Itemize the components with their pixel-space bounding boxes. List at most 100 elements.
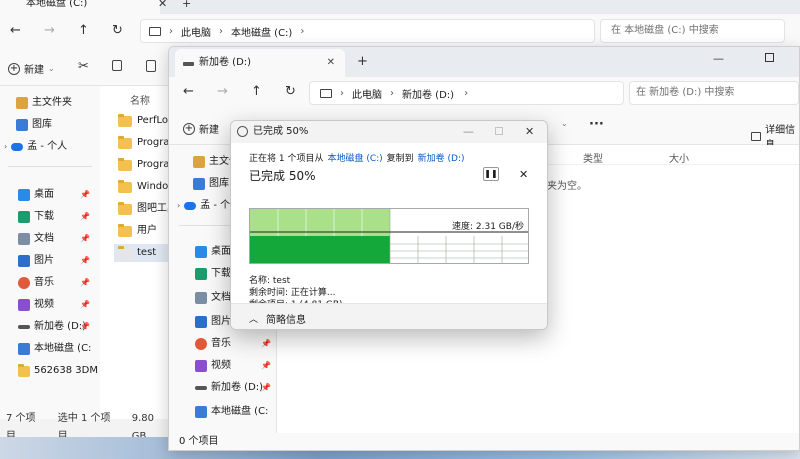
breadcrumb-c-drive[interactable]: 本地磁盘 (C:) (231, 24, 292, 39)
nav-item-videos[interactable]: 视频 📌 (195, 357, 271, 375)
file-row[interactable]: PerfLog (118, 112, 174, 130)
forward-icon[interactable]: → (44, 23, 55, 38)
nav-item-gallery[interactable]: 图库 (193, 175, 229, 193)
pin-icon: 📌 (80, 300, 90, 309)
search-placeholder: 在 新加卷 (D:) 中搜索 (636, 87, 735, 98)
drive-icon (18, 325, 30, 329)
source-link[interactable]: 本地磁盘 (C:) (327, 151, 382, 164)
pin-icon: 📌 (80, 234, 90, 243)
nav-item-c-drive[interactable]: 本地磁盘 (C: (18, 340, 98, 358)
nav-item-pictures[interactable]: 图片 📌 (18, 252, 98, 270)
nav-label: 孟 - 个人 (27, 141, 68, 152)
back-icon[interactable]: ← (183, 84, 194, 99)
gallery-icon (193, 178, 205, 190)
address-row: ← → ↑ ↻ › 此电脑 › 新加卷 (D:) › 在 新加卷 (D:) 中搜… (169, 77, 799, 111)
folder-icon (118, 179, 132, 193)
chevron-right-icon: › (177, 201, 181, 210)
copy-icon[interactable] (112, 60, 122, 71)
pin-icon: 📌 (80, 256, 90, 265)
up-icon[interactable]: ↑ (251, 84, 262, 99)
nav-label: 图片 (34, 255, 54, 266)
speed-label: 速度: 2.31 GB/秒 (452, 222, 524, 232)
address-bar[interactable]: › 此电脑 › 新加卷 (D:) › (309, 81, 624, 105)
close-tab-icon[interactable]: ✕ (327, 49, 335, 77)
tab-d-drive[interactable]: 新加卷 (D:) ✕ (175, 49, 345, 77)
close-tab-icon[interactable]: ✕ (158, 0, 167, 10)
nav-item-folder-562638[interactable]: 562638 3DM (18, 362, 98, 380)
search-input[interactable]: 在 本地磁盘 (C:) 中搜索 (600, 19, 785, 43)
computer-icon (320, 88, 332, 98)
details-pane-icon (751, 131, 762, 141)
new-tab-icon[interactable]: + (357, 54, 368, 69)
address-bar[interactable]: › 此电脑 › 本地磁盘 (C:) › (140, 19, 595, 43)
new-button[interactable]: + 新建 ⌄ (8, 61, 55, 76)
nav-item-home[interactable]: 主文件夹 (16, 94, 72, 112)
nav-label: 新加卷 (D:) (211, 382, 264, 393)
dialog-title: 已完成 50% (253, 126, 309, 137)
breadcrumb-this-pc[interactable]: 此电脑 (352, 86, 382, 101)
refresh-icon[interactable]: ↻ (285, 84, 296, 99)
status-bar: 7 个项目 选中 1 个项目 9.80 GB (0, 413, 170, 442)
refresh-icon[interactable]: ↻ (112, 23, 123, 38)
nav-item-documents[interactable]: 文档 📌 (18, 230, 98, 248)
chevron-right-icon: › (169, 25, 173, 37)
dialog-body: 正在将 1 个项目从 本地磁盘 (C:) 复制到 新加卷 (D:) 已完成 50… (231, 143, 547, 310)
nav-label: 视频 (34, 299, 54, 310)
folder-icon (118, 157, 132, 171)
back-icon[interactable]: ← (10, 23, 21, 38)
nav-item-onedrive[interactable]: › 孟 - 个人 (4, 138, 67, 156)
tab-title: 本地磁盘 (C:) (26, 0, 88, 9)
dialog-title-bar: 已完成 50% — ✕ (231, 121, 547, 143)
nav-label: 图片 (211, 316, 231, 327)
chevron-down-icon[interactable]: ⌄ (561, 119, 568, 128)
folder-icon (118, 201, 132, 215)
music-icon (18, 277, 30, 289)
navigation-pane: 主文件夹 图库 › 孟 - 个人 桌面 📌 下载 📌 文档 📌 图片 📌 音乐 📌 视频 📌 … (0, 86, 100, 419)
minimize-icon[interactable]: — (463, 121, 474, 143)
folder-icon (18, 363, 30, 377)
close-icon[interactable]: ✕ (525, 121, 534, 143)
title-bar: 新加卷 (D:) ✕ + — (169, 47, 799, 77)
pause-button[interactable]: ❚❚ (483, 167, 499, 181)
chevron-right-icon: › (300, 25, 305, 37)
minimize-icon[interactable]: — (713, 52, 724, 65)
nav-item-music[interactable]: 音乐 📌 (195, 335, 271, 353)
new-label: 新建 (24, 65, 44, 76)
column-header-name[interactable]: 名称 (130, 92, 150, 107)
nav-item-d-drive[interactable]: 新加卷 (D:) 📌 (195, 379, 271, 397)
nav-item-c-drive[interactable]: 本地磁盘 (C: (195, 403, 271, 421)
tab-c-drive[interactable]: 本地磁盘 (C:) (0, 0, 160, 14)
cancel-button[interactable]: ✕ (519, 168, 528, 181)
new-tab-icon[interactable]: + (182, 0, 191, 10)
less-info-button[interactable]: ︿ 简略信息 (249, 311, 306, 326)
nav-item-downloads[interactable]: 下载 📌 (18, 208, 98, 226)
nav-item-music[interactable]: 音乐 📌 (18, 274, 98, 292)
paste-icon[interactable] (146, 60, 156, 72)
search-input[interactable]: 在 新加卷 (D:) 中搜索 (629, 81, 799, 105)
transfer-graph: 速度: 2.31 GB/秒 (249, 208, 529, 264)
breadcrumb-d-drive[interactable]: 新加卷 (D:) (402, 86, 454, 101)
up-icon[interactable]: ↑ (78, 23, 89, 38)
column-header-size[interactable]: 大小 (669, 150, 689, 165)
cut-icon[interactable]: ✂ (78, 59, 89, 74)
breadcrumb-this-pc[interactable]: 此电脑 (181, 24, 211, 39)
less-info-label: 简略信息 (266, 315, 307, 326)
add-icon: + (8, 62, 20, 75)
column-header-type[interactable]: 类型 (583, 150, 603, 165)
new-button[interactable]: + 新建 (183, 121, 219, 136)
nav-item-onedrive[interactable]: › 孟 - 个 (177, 197, 230, 215)
folder-icon (118, 223, 132, 237)
destination-link[interactable]: 新加卷 (D:) (418, 151, 465, 164)
file-row[interactable]: 用户 (118, 222, 157, 240)
add-icon: + (183, 122, 195, 135)
nav-label: 图库 (209, 178, 229, 189)
copy-description: 正在将 1 个项目从 本地磁盘 (C:) 复制到 新加卷 (D:) (249, 151, 465, 164)
more-options-icon[interactable]: ··· (589, 117, 604, 132)
maximize-icon[interactable] (765, 53, 774, 62)
nav-item-videos[interactable]: 视频 📌 (18, 296, 98, 314)
nav-item-desktop[interactable]: 桌面 📌 (18, 186, 98, 204)
nav-item-d-drive[interactable]: 新加卷 (D:) 📌 (18, 318, 98, 336)
nav-item-gallery[interactable]: 图库 (16, 116, 52, 134)
forward-icon[interactable]: → (217, 84, 228, 99)
nav-label: 文档 (34, 233, 54, 244)
